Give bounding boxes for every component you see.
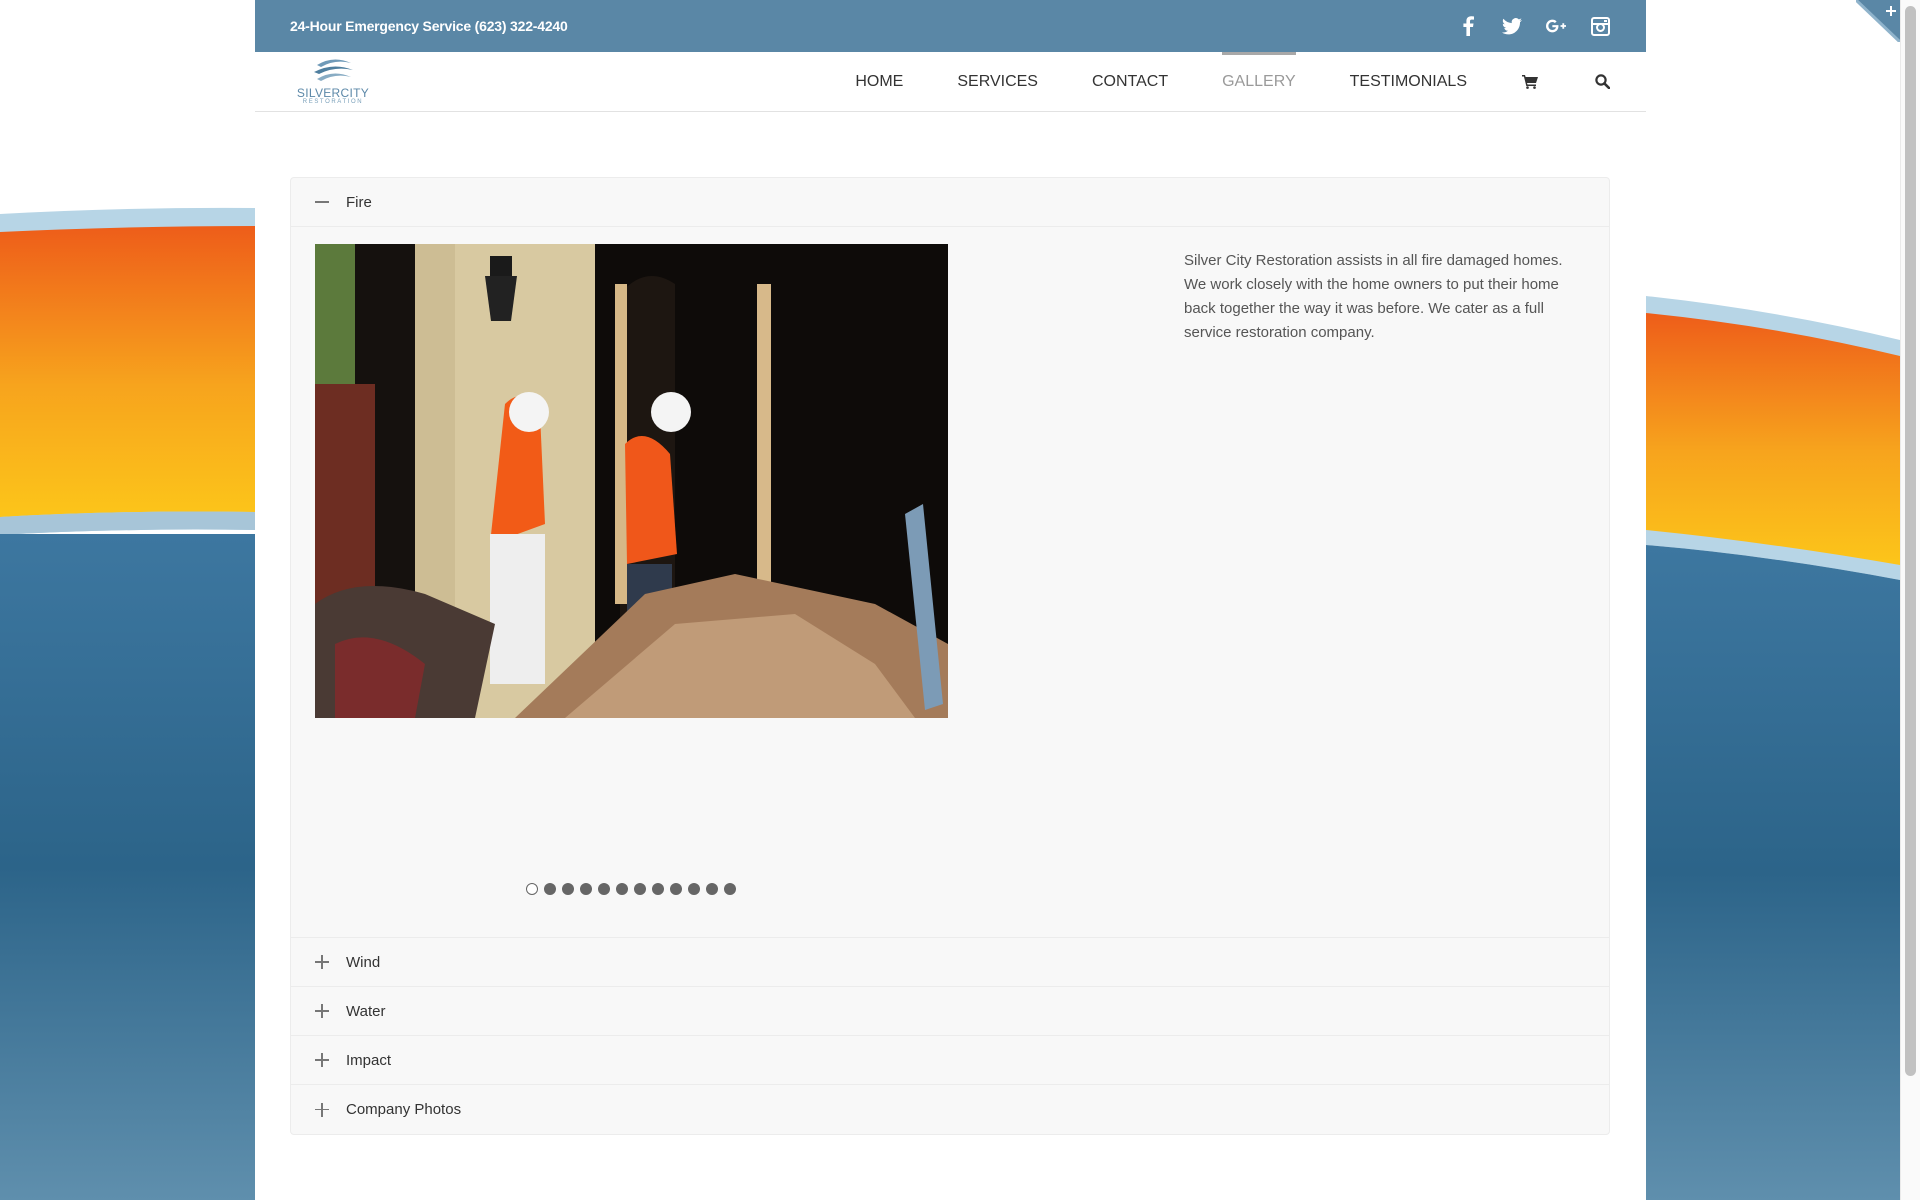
logo-wordmark: SILVERCITY [296, 85, 370, 100]
google-plus-icon[interactable] [1546, 16, 1566, 36]
facebook-icon[interactable] [1458, 16, 1478, 36]
expand-plus-icon [315, 1004, 329, 1018]
main-nav: HOME SERVICES CONTACT GALLERY TESTIMONIA… [801, 51, 1611, 112]
expand-plus-icon [315, 1053, 329, 1067]
accordion-title: Water [346, 1002, 386, 1020]
slider-dot[interactable] [580, 883, 592, 895]
nav-home[interactable]: HOME [855, 52, 903, 112]
sliding-bar-toggle[interactable] [1854, 0, 1902, 44]
slider-dot[interactable] [652, 883, 664, 895]
accordion-header-impact[interactable]: Impact [291, 1036, 1609, 1085]
expand-plus-icon [315, 955, 329, 969]
fire-description: Silver City Restoration assists in all f… [1184, 252, 1563, 341]
accordion-title: Impact [346, 1051, 392, 1069]
slider-dot[interactable] [616, 883, 628, 895]
accordion-title: Wind [346, 953, 381, 971]
logo-subtitle: RESTORATION [302, 98, 364, 105]
accordion-title: Fire [346, 193, 372, 211]
logo-wave-icon [314, 58, 353, 81]
nav-gallery[interactable]: GALLERY [1222, 51, 1296, 112]
background-swoosh-right [1646, 0, 1900, 1200]
social-links [1458, 16, 1610, 36]
site-header: SILVERCITY RESTORATION HOME SERVICES CON… [255, 51, 1646, 112]
accordion-header-wind[interactable]: Wind [291, 938, 1609, 987]
slider-dot[interactable] [688, 883, 700, 895]
cart-icon[interactable] [1521, 52, 1539, 112]
accordion-header-company-photos[interactable]: Company Photos [291, 1085, 1609, 1134]
accordion-title: Company Photos [346, 1101, 462, 1118]
slider-dot[interactable] [670, 883, 682, 895]
emergency-phone: 24-Hour Emergency Service (623) 322-4240 [290, 18, 568, 34]
slider-dot[interactable] [562, 883, 574, 895]
site-logo[interactable]: SILVERCITY RESTORATION [290, 56, 376, 108]
slider-dot[interactable] [526, 883, 538, 895]
top-bar: 24-Hour Emergency Service (623) 322-4240 [255, 0, 1646, 52]
nav-services[interactable]: SERVICES [957, 52, 1038, 112]
instagram-icon[interactable] [1590, 16, 1610, 36]
nav-contact[interactable]: CONTACT [1092, 52, 1168, 112]
collapse-minus-icon [315, 195, 329, 209]
page-container: 24-Hour Emergency Service (623) 322-4240 [255, 0, 1646, 1200]
scrollbar-thumb[interactable] [1905, 6, 1916, 1076]
accordion-header-water[interactable]: Water [291, 987, 1609, 1036]
page-scrollbar[interactable] [1900, 0, 1920, 1200]
nav-testimonials[interactable]: TESTIMONIALS [1350, 52, 1467, 112]
background-swoosh-left [0, 0, 255, 1200]
twitter-icon[interactable] [1502, 16, 1522, 36]
slider-dot[interactable] [634, 883, 646, 895]
gallery-slide-image[interactable] [315, 244, 948, 718]
slider-pagination [526, 883, 736, 895]
accordion-panel-fire: Silver City Restoration assists in all f… [291, 227, 1609, 938]
accordion-header-fire[interactable]: Fire [291, 178, 1609, 227]
slider-dot[interactable] [544, 883, 556, 895]
gallery-accordion: Fire Silver City Restoration assists in … [290, 177, 1610, 1135]
slider-dot[interactable] [598, 883, 610, 895]
expand-plus-icon [315, 1102, 329, 1117]
slider-dot[interactable] [724, 883, 736, 895]
search-icon[interactable] [1593, 52, 1611, 112]
slider-dot[interactable] [706, 883, 718, 895]
